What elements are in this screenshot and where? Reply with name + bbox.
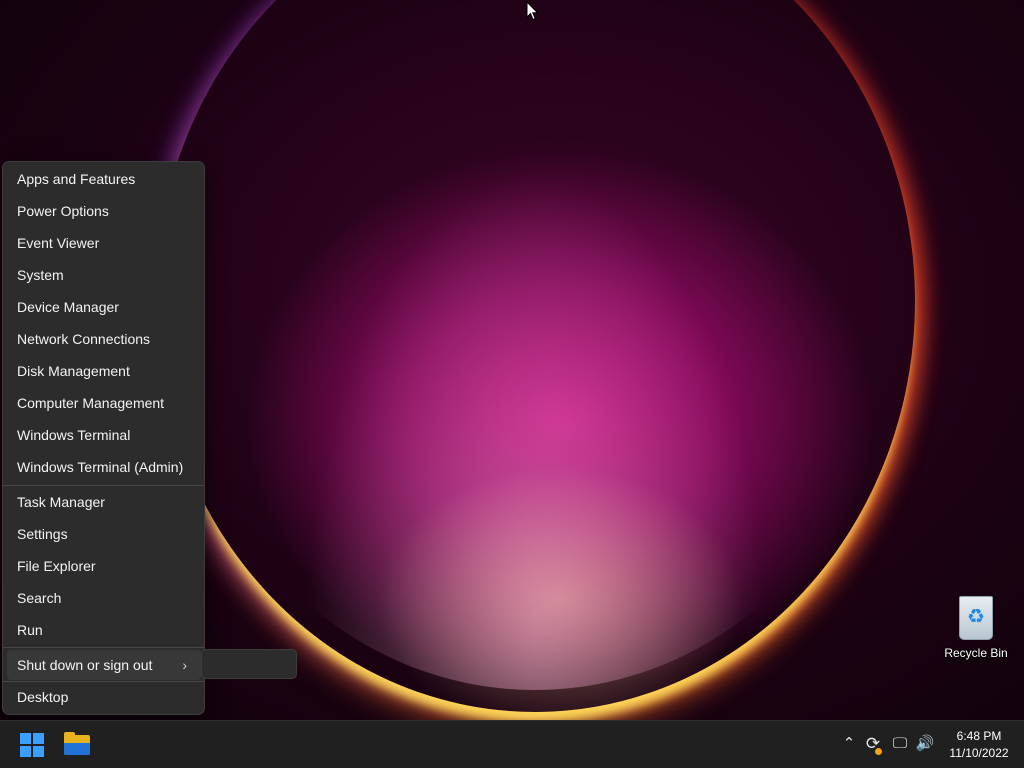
taskbar: ⌃ ⟳ 🖵 🔊 6:48 PM 11/10/2022 [0, 720, 1024, 768]
menu-item-desktop[interactable]: Desktop [7, 682, 201, 712]
menu-item-windows-terminal[interactable]: Windows Terminal [7, 420, 201, 450]
menu-item-computer-management[interactable]: Computer Management [7, 388, 201, 418]
menu-item-power-options[interactable]: Power Options [7, 196, 201, 226]
recycle-bin-icon: ♻ [959, 596, 993, 640]
menu-item-file-explorer[interactable]: File Explorer [7, 551, 201, 581]
folder-icon [64, 732, 90, 755]
clock-date: 11/10/2022 [949, 746, 1009, 760]
menu-item-shut-down-or-sign-out[interactable]: Shut down or sign out › [7, 650, 201, 680]
shut-down-label: Shut down or sign out [17, 657, 153, 673]
menu-item-apps-and-features[interactable]: Apps and Features [7, 164, 201, 194]
menu-item-search[interactable]: Search [7, 583, 201, 613]
menu-item-system[interactable]: System [7, 260, 201, 290]
menu-item-device-manager[interactable]: Device Manager [7, 292, 201, 322]
recycle-bin-label: Recycle Bin [944, 646, 1008, 660]
menu-item-task-manager[interactable]: Task Manager [7, 487, 201, 517]
menu-separator [3, 485, 204, 486]
wallpaper-glow [175, 0, 895, 690]
volume-icon[interactable]: 🔊 [914, 733, 936, 755]
show-hidden-icons-chevron-icon[interactable]: ⌃ [838, 733, 860, 755]
wallpaper-ring [155, 0, 915, 712]
start-button[interactable] [12, 725, 52, 765]
menu-separator [3, 647, 204, 648]
file-explorer-button[interactable] [57, 725, 97, 765]
menu-item-run[interactable]: Run [7, 615, 201, 645]
quick-link-menu: Apps and Features Power Options Event Vi… [2, 161, 205, 715]
chevron-right-icon: › [182, 657, 187, 673]
menu-item-settings[interactable]: Settings [7, 519, 201, 549]
windows-logo-icon [20, 733, 44, 757]
network-icon[interactable]: 🖵 [889, 733, 911, 755]
clock-time: 6:48 PM [956, 729, 1002, 743]
menu-item-disk-management[interactable]: Disk Management [7, 356, 201, 386]
sync-warning-badge [875, 748, 882, 755]
recycle-bin-shortcut[interactable]: ♻ Recycle Bin [940, 594, 1012, 660]
shut-down-submenu[interactable] [201, 649, 297, 679]
menu-item-network-connections[interactable]: Network Connections [7, 324, 201, 354]
clock[interactable]: 6:48 PM 11/10/2022 [944, 728, 1014, 762]
menu-item-windows-terminal-admin[interactable]: Windows Terminal (Admin) [7, 452, 201, 482]
menu-item-event-viewer[interactable]: Event Viewer [7, 228, 201, 258]
mouse-cursor-icon [526, 1, 539, 21]
